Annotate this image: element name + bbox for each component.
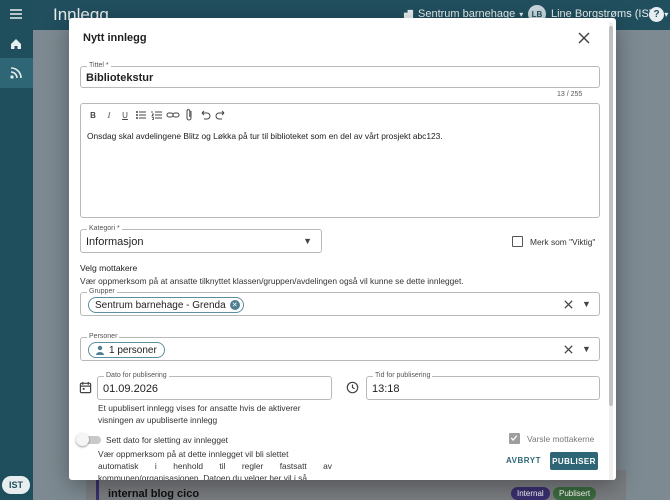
person-icon [96,345,104,355]
person-chip-label: 1 personer [109,344,157,356]
publish-date-label: Dato for publisering [104,371,169,381]
editor-content[interactable]: Onsdag skal avdelingene Blitz og Løkka p… [87,131,443,141]
ist-logo: IST [2,476,30,494]
publish-button[interactable]: PUBLISER [550,452,598,470]
clear-icon[interactable] [563,344,574,355]
recipients-note: Vær oppmerksom på at ansatte tilknyttet … [80,276,464,286]
important-checkbox[interactable] [512,236,523,247]
notify-label: Varsle mottakerne [527,434,595,444]
editor-toolbar: B I U [85,107,229,123]
important-label: Merk som "Viktig" [530,237,596,247]
recipients-title: Velg mottakere [80,263,138,273]
publish-hint-line: visningen av upubliserte innlegg [98,415,218,425]
publish-time-input[interactable]: 13:18 [372,383,400,395]
sidebar: IST [0,0,33,500]
person-chip: 1 personer [88,342,165,358]
chevron-down-icon[interactable]: ▼ [582,299,591,309]
menu-icon[interactable] [8,6,24,22]
publish-date-input[interactable]: 01.09.2026 [103,383,158,395]
title-field[interactable]: Tittel * Bibliotekstur [80,61,600,88]
calendar-icon [79,381,92,394]
close-icon[interactable] [577,31,591,45]
redo-icon[interactable] [213,107,229,123]
bullet-list-icon[interactable] [133,107,149,123]
dialog-scrollbar-thumb[interactable] [609,26,613,406]
dialog-title: Nytt innlegg [83,32,147,44]
underline-icon[interactable]: U [117,107,133,123]
publish-time-label: Tid for publisering [373,371,433,381]
category-select[interactable]: Kategori * Informasjon ▼ [80,224,322,253]
help-icon[interactable]: ? [649,7,664,22]
link-icon[interactable] [165,107,181,123]
internal-badge: Internal [511,487,550,500]
title-field-label: Tittel * [87,61,111,71]
cancel-button[interactable]: AVBRYT [506,456,541,465]
clear-icon[interactable] [563,299,574,310]
persons-select[interactable]: Personer 1 personer ▼ [80,332,600,361]
persons-label: Personer [87,332,120,342]
publish-hint: Et upublisert innlegg vises for ansatte … [98,402,301,426]
post-card-accent [96,480,99,500]
chevron-down-icon[interactable]: ▼ [582,344,591,354]
delete-date-label: Sett dato for sletting av innlegget [106,435,228,445]
publish-time-field[interactable]: Tid for publisering 13:18 [366,371,600,400]
delete-hint-line: Vær oppmerksom på at dette innlegget vil… [98,449,289,459]
undo-icon[interactable] [197,107,213,123]
clock-icon [346,381,359,394]
delete-hint-line: automatisk i henhold til regler fastsatt… [98,461,332,471]
chevron-down-icon: ▾ [664,9,669,19]
new-post-dialog: Nytt innlegg Tittel * Bibliotekstur 13 /… [69,18,616,480]
delete-date-toggle-knob[interactable] [76,433,89,446]
numbered-list-icon[interactable] [149,107,165,123]
bold-icon[interactable]: B [85,107,101,123]
delete-hint: Vær oppmerksom på at dette innlegget vil… [98,448,332,480]
attachment-icon[interactable] [181,107,197,123]
category-value: Informasjon [86,236,144,248]
notify-checkbox[interactable] [509,433,520,444]
rss-icon[interactable] [8,65,24,81]
group-chip: Sentrum barnehage - Grenda ✕ [88,297,244,313]
groups-select[interactable]: Grupper Sentrum barnehage - Grenda ✕ ▼ [80,287,600,316]
home-icon[interactable] [8,36,24,52]
category-label: Kategori * [87,224,122,234]
remove-chip-icon[interactable]: ✕ [229,300,240,310]
publish-date-field[interactable]: Dato for publisering 01.09.2026 [97,371,332,400]
delete-hint-line: kommunen/organisasjonen. Datoen du velge… [98,473,308,480]
rich-text-editor[interactable]: B I U Onsdag skal avdelingene Blitz og L… [80,103,600,218]
check-icon [510,435,518,441]
post-card-title: internal blog cico [108,488,200,500]
published-badge: Publisert [553,487,597,500]
publish-hint-line: Et upublisert innlegg vises for ansatte … [98,403,301,413]
title-char-counter: 13 / 255 [557,91,583,98]
italic-icon[interactable]: I [101,107,117,123]
groups-label: Grupper [87,287,117,297]
title-input[interactable]: Bibliotekstur [86,72,153,84]
chevron-down-icon: ▼ [303,236,312,246]
group-chip-label: Sentrum barnehage - Grenda [95,299,226,311]
